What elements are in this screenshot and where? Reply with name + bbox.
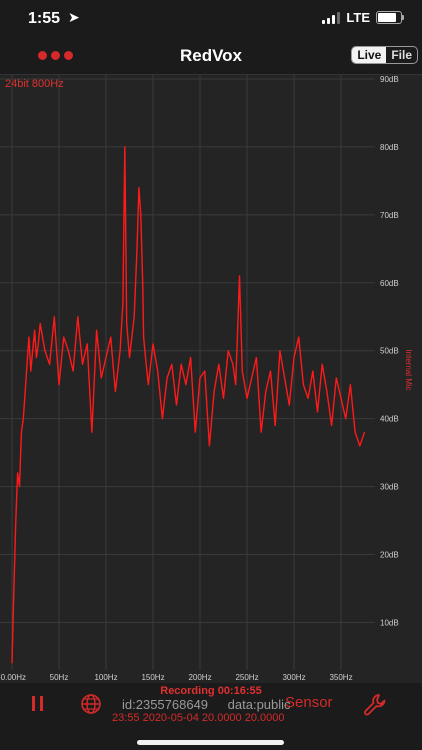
y-tick-label: 40dB (380, 415, 399, 424)
status-indicators: LTE (322, 10, 404, 25)
signal-bars-icon (322, 11, 341, 24)
y-tick-label: 80dB (380, 143, 399, 152)
timestamp: 23:55 2020-05-04 20.0000 20.0000 (112, 712, 285, 724)
wrench-icon[interactable] (362, 692, 388, 718)
globe-icon[interactable] (80, 693, 102, 715)
live-segment[interactable]: Live (352, 47, 387, 63)
sensor-button[interactable]: Sensor (285, 694, 333, 711)
y-tick-label: 30dB (380, 483, 399, 492)
network-label: LTE (346, 10, 370, 25)
y-tick-label: 70dB (380, 211, 399, 220)
x-tick-label: -0.00Hz (0, 673, 26, 682)
data-mode: data:public (227, 697, 291, 712)
spectrum-plot: 10dB 20dB 30dB 40dB 50dB 60dB 70dB 80dB 90dB -0.0… (0, 75, 413, 682)
x-tick-label: 50Hz (50, 673, 69, 682)
y-tick-label: 20dB (380, 551, 399, 560)
spectrum-series-line (11, 146, 366, 664)
status-time: 1:55 (28, 10, 61, 27)
status-bar: 1:55 ➤ LTE (0, 0, 422, 38)
x-tick-label: 350Hz (329, 673, 352, 682)
x-tick-label: 200Hz (188, 673, 211, 682)
y-tick-label: 60dB (380, 279, 399, 288)
x-tick-label: 150Hz (141, 673, 164, 682)
x-tick-label: 300Hz (282, 673, 305, 682)
x-tick-label: 250Hz (235, 673, 258, 682)
y-tick-label: 50dB (380, 347, 399, 356)
battery-icon (376, 11, 404, 24)
chart-annotation: 24bit 800Hz (5, 78, 64, 90)
station-id: id:2355768649 (122, 697, 209, 712)
y-axis-label: Internal Mic (404, 349, 413, 390)
file-segment[interactable]: File (386, 47, 417, 63)
recording-status: Recording 00:16:55 (160, 685, 262, 697)
nav-bar: RedVox Live File (0, 38, 422, 75)
pause-icon[interactable] (28, 694, 48, 714)
location-arrow-icon: ➤ (68, 9, 80, 25)
y-tick-label: 90dB (380, 75, 399, 84)
home-indicator[interactable] (137, 740, 284, 745)
spectrum-chart: 10dB 20dB 30dB 40dB 50dB 60dB 70dB 80dB 90dB -0.0… (0, 75, 422, 683)
y-tick-label: 10dB (380, 618, 399, 627)
station-info: id:2355768649 data:public (122, 697, 307, 712)
live-file-toggle[interactable]: Live File (351, 46, 418, 64)
x-tick-label: 100Hz (94, 673, 117, 682)
